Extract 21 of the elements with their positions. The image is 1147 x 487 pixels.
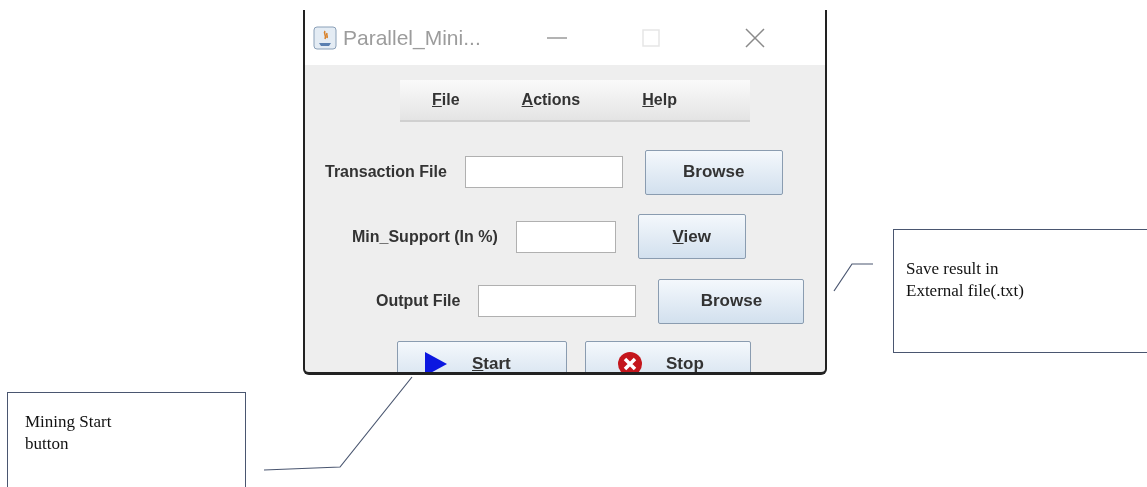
browse-button[interactable]: Browse <box>658 278 805 324</box>
browse-button[interactable]: Browse <box>644 149 783 195</box>
input-field[interactable] <box>464 156 623 188</box>
field-label: Output File <box>376 292 461 310</box>
view-button[interactable]: View <box>637 214 746 259</box>
menu-item[interactable]: Actions <box>521 91 581 109</box>
start-button[interactable]: Start <box>397 341 567 372</box>
menu-item[interactable]: Help <box>642 91 677 109</box>
input-field[interactable] <box>515 220 616 253</box>
callout-text: Save result in External file(.txt) <box>906 258 1025 303</box>
close-icon[interactable] <box>743 25 767 50</box>
stop-icon <box>616 350 644 372</box>
menu-item[interactable]: File <box>432 91 460 109</box>
app-icon <box>313 25 337 50</box>
field-label: Min_Support (In %) <box>352 227 498 246</box>
leader-line <box>833 263 874 292</box>
stop-button[interactable]: Stop <box>585 341 751 372</box>
field-label: Transaction File <box>325 163 447 181</box>
callout-text: Mining Start button <box>25 411 113 456</box>
window-title: Parallel_Mini... <box>343 25 482 50</box>
input-field[interactable] <box>478 285 637 317</box>
